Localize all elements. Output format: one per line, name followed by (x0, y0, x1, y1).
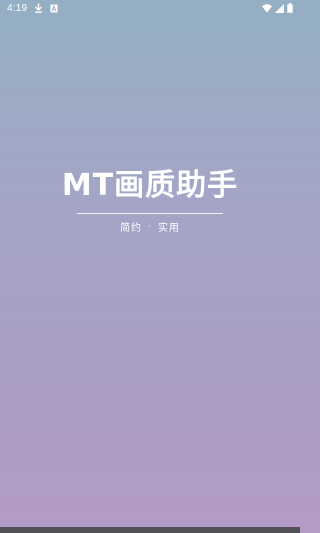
status-time: 4:19 (7, 2, 28, 14)
app-title: MT画质助手 (61, 168, 239, 203)
navigation-bar (0, 527, 300, 533)
notification-a-icon (50, 4, 58, 13)
title-divider (77, 213, 223, 214)
wifi-icon (262, 3, 272, 13)
status-right (262, 3, 293, 13)
status-left: 4:19 (7, 3, 58, 14)
tagline-separator: · (148, 221, 152, 232)
splash-content: MT画质助手 简约 · 实用 (0, 168, 300, 234)
status-bar: 4:19 (0, 0, 300, 16)
signal-icon (275, 3, 284, 13)
download-icon (34, 3, 43, 13)
battery-icon (287, 3, 293, 13)
tagline-right: 实用 (157, 223, 180, 234)
tagline: 简约 · 实用 (120, 219, 180, 235)
tagline-left: 简约 (120, 223, 143, 234)
